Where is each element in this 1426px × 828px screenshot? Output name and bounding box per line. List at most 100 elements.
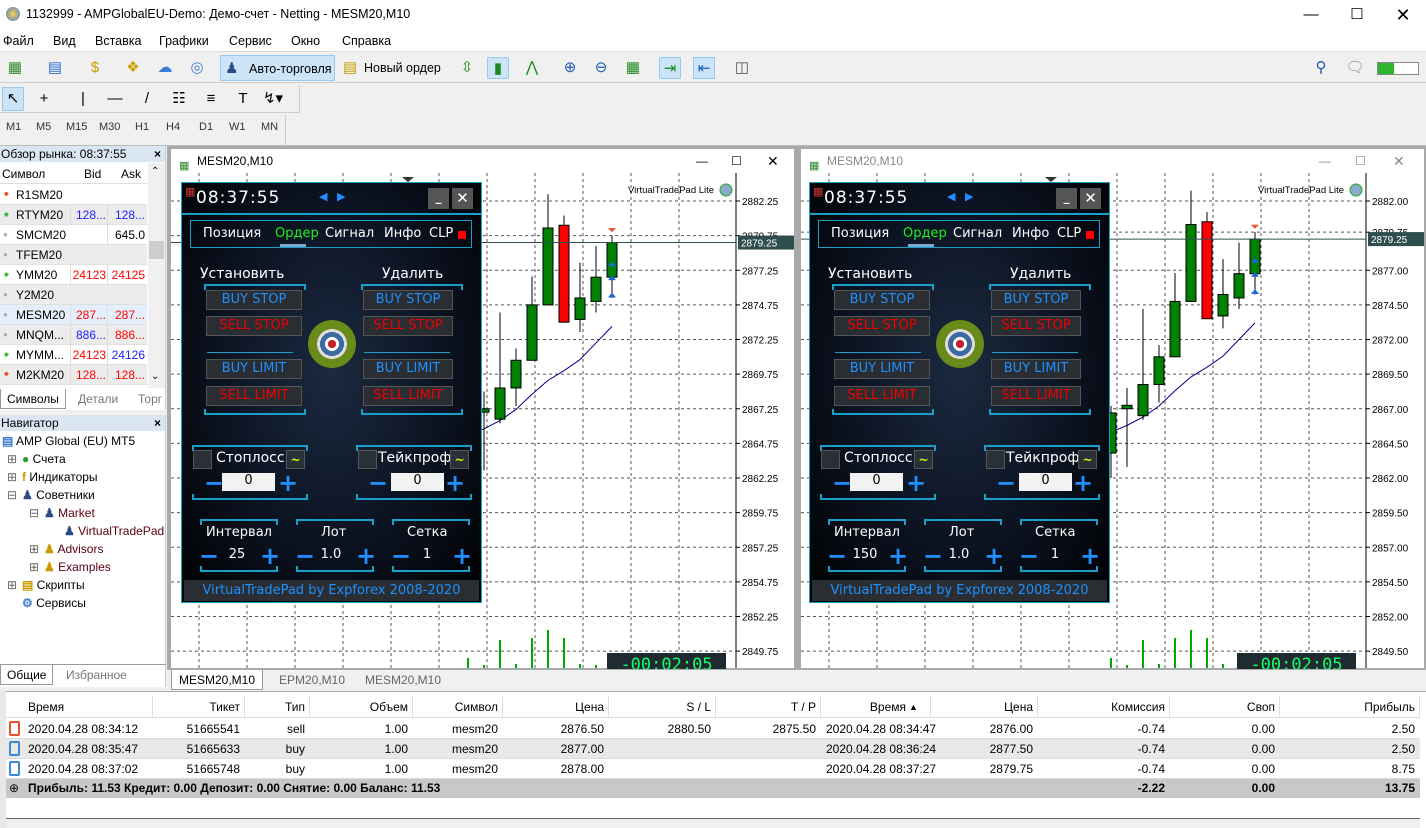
set-sell-stop-button[interactable]: SELL STOP <box>834 316 930 336</box>
equidistant-channel-icon[interactable]: ☷ <box>168 88 190 110</box>
market-watch-row[interactable]: ● SMCM20 645.0 <box>0 225 147 245</box>
navigator-item-experts[interactable]: ⊟ ♟ Советники <box>7 486 95 504</box>
tab-signal[interactable]: Сигнал <box>325 226 374 241</box>
column-header[interactable]: Тип <box>256 696 305 718</box>
column-divider[interactable] <box>244 696 245 718</box>
set-sell-limit-button[interactable]: SELL LIMIT <box>834 386 930 406</box>
pad-close-button[interactable]: ✕ <box>452 188 473 209</box>
column-symbol[interactable]: Символ <box>2 167 45 181</box>
expand-icon[interactable]: ⊞ <box>29 540 39 558</box>
chart-maximize-button[interactable]: ☐ <box>731 149 742 173</box>
delete-sell-stop-button[interactable]: SELL STOP <box>363 316 453 336</box>
expand-icon[interactable]: ⊞ <box>7 468 17 486</box>
navigator-item-expert[interactable]: ♟ VirtualTradePad <box>64 522 164 540</box>
menu-view[interactable]: Вид <box>53 34 76 48</box>
delete-sell-stop-button[interactable]: SELL STOP <box>991 316 1081 336</box>
column-divider[interactable] <box>309 696 310 718</box>
column-divider[interactable] <box>1169 696 1170 718</box>
timeframe-mn[interactable]: MN <box>261 121 278 133</box>
column-header[interactable]: Символ <box>426 696 498 718</box>
stoploss-plus-button[interactable]: + <box>906 471 926 495</box>
market-watch-row[interactable]: 🠻 M2KM20 128... 128... <box>0 365 147 385</box>
column-header[interactable]: Прибыль <box>1306 696 1415 718</box>
lot-value[interactable]: 1.0 <box>314 547 348 562</box>
market-watch-row[interactable]: ● Y2M20 <box>0 285 147 305</box>
chart-tab-epm20[interactable]: EPM20,M10 <box>279 673 345 687</box>
next-arrow-icon[interactable]: ▶ <box>965 190 973 203</box>
toolbox-tabs[interactable] <box>6 818 1420 828</box>
scroll-down-icon[interactable]: ⌄ <box>151 371 159 382</box>
chat-icon[interactable]: 🗨 <box>1344 57 1366 79</box>
delete-buy-stop-button[interactable]: BUY STOP <box>363 290 453 310</box>
expand-icon[interactable]: ⊕ <box>9 779 19 798</box>
next-arrow-icon[interactable]: ▶ <box>337 190 345 203</box>
stoploss-input[interactable]: 0 <box>222 473 275 491</box>
search-icon[interactable]: ⚲ <box>1310 57 1332 79</box>
takeprofit-wave-icon[interactable]: ~ <box>1078 450 1097 469</box>
zoom-out-icon[interactable]: ⊖ <box>590 57 612 79</box>
scroll-up-icon[interactable]: ⌃ <box>151 166 159 177</box>
interval-minus-button[interactable]: − <box>827 544 847 568</box>
column-header[interactable]: S / L <box>621 696 711 718</box>
navigator-item-indicators[interactable]: ⊞ f Индикаторы <box>7 468 98 486</box>
profiles-icon[interactable]: ▤ <box>44 57 66 79</box>
column-bid[interactable]: Bid <box>84 167 101 181</box>
tab-info[interactable]: Инфо <box>384 226 421 241</box>
tab-favorites[interactable]: Избранное <box>60 665 133 685</box>
navigator-item-examples[interactable]: ⊞ ♟ Examples <box>29 558 111 576</box>
timeframe-m5[interactable]: M5 <box>36 121 51 133</box>
tab-position[interactable]: Позиция <box>831 226 889 241</box>
column-divider[interactable] <box>502 696 503 718</box>
market-watch-row[interactable]: ● MNQM... 886... 886... <box>0 325 147 345</box>
lot-plus-button[interactable]: + <box>984 544 1004 568</box>
chart-tab-mesm20[interactable]: MESM20,M10 <box>171 670 263 690</box>
close-button[interactable]: ✕ <box>1380 0 1426 30</box>
takeprofit-checkbox[interactable] <box>358 450 377 469</box>
column-divider[interactable] <box>152 696 153 718</box>
takeprofit-checkbox[interactable] <box>986 450 1005 469</box>
set-buy-limit-button[interactable]: BUY LIMIT <box>834 359 930 379</box>
column-divider[interactable] <box>1279 696 1280 718</box>
tab-clp[interactable]: CLP <box>429 226 453 241</box>
takeprofit-plus-button[interactable]: + <box>445 471 465 495</box>
takeprofit-plus-button[interactable]: + <box>1073 471 1093 495</box>
tab-position[interactable]: Позиция <box>203 226 261 241</box>
autoscroll-icon[interactable]: ⇥ <box>659 57 681 79</box>
fibonacci-icon[interactable]: ≡ <box>200 88 222 110</box>
autotrading-button[interactable]: ♟ Авто-торговля <box>220 55 335 81</box>
market-watch-row[interactable]: 🠹 MYMM... 24123 24126 <box>0 345 147 365</box>
column-divider[interactable] <box>1037 696 1038 718</box>
zoom-in-icon[interactable]: ⊕ <box>559 57 581 79</box>
column-ask[interactable]: Ask <box>121 167 141 181</box>
chart-close-button[interactable]: ✕ <box>767 149 779 173</box>
chart-close-button[interactable]: ✕ <box>1393 149 1405 173</box>
set-buy-stop-button[interactable]: BUY STOP <box>206 290 302 310</box>
navigator-item-market[interactable]: ⊟ ♟ Market <box>29 504 95 522</box>
horizontal-line-icon[interactable]: — <box>104 88 126 110</box>
chart-maximize-button[interactable]: ☐ <box>1355 149 1366 173</box>
set-sell-stop-button[interactable]: SELL STOP <box>206 316 302 336</box>
target-icon[interactable] <box>936 320 984 368</box>
takeprofit-input[interactable]: 0 <box>391 473 444 491</box>
prev-arrow-icon[interactable]: ◀ <box>947 190 955 203</box>
grid-minus-button[interactable]: − <box>1019 544 1039 568</box>
lot-value[interactable]: 1.0 <box>942 547 976 562</box>
interval-value[interactable]: 150 <box>848 547 882 562</box>
navigator-item-services[interactable]: ⚙ Сервисы <box>22 594 86 612</box>
pad-minimize-button[interactable]: _ <box>1056 188 1077 209</box>
navigator-item-accounts[interactable]: ⊞ ● Счета <box>7 450 66 468</box>
market-watch-row[interactable]: 🠹 RTYM20 128... 128... <box>0 205 147 225</box>
history-icon[interactable]: ❖ <box>122 57 144 79</box>
expand-icon[interactable]: ⊞ <box>7 450 17 468</box>
new-chart-icon[interactable]: ▦ <box>4 57 26 79</box>
vertical-line-icon[interactable]: | <box>72 88 94 110</box>
stoploss-input[interactable]: 0 <box>850 473 903 491</box>
expand-icon[interactable]: ⊞ <box>29 558 39 576</box>
tab-common[interactable]: Общие <box>0 665 54 685</box>
bar-chart-icon[interactable]: ⇳ <box>456 57 478 79</box>
delete-buy-limit-button[interactable]: BUY LIMIT <box>363 359 453 379</box>
pad-minimize-button[interactable]: _ <box>428 188 449 209</box>
navigator-item-scripts[interactable]: ⊞ ▤ Скрипты <box>7 576 85 594</box>
timeframe-w1[interactable]: W1 <box>229 121 246 133</box>
stoploss-plus-button[interactable]: + <box>278 471 298 495</box>
